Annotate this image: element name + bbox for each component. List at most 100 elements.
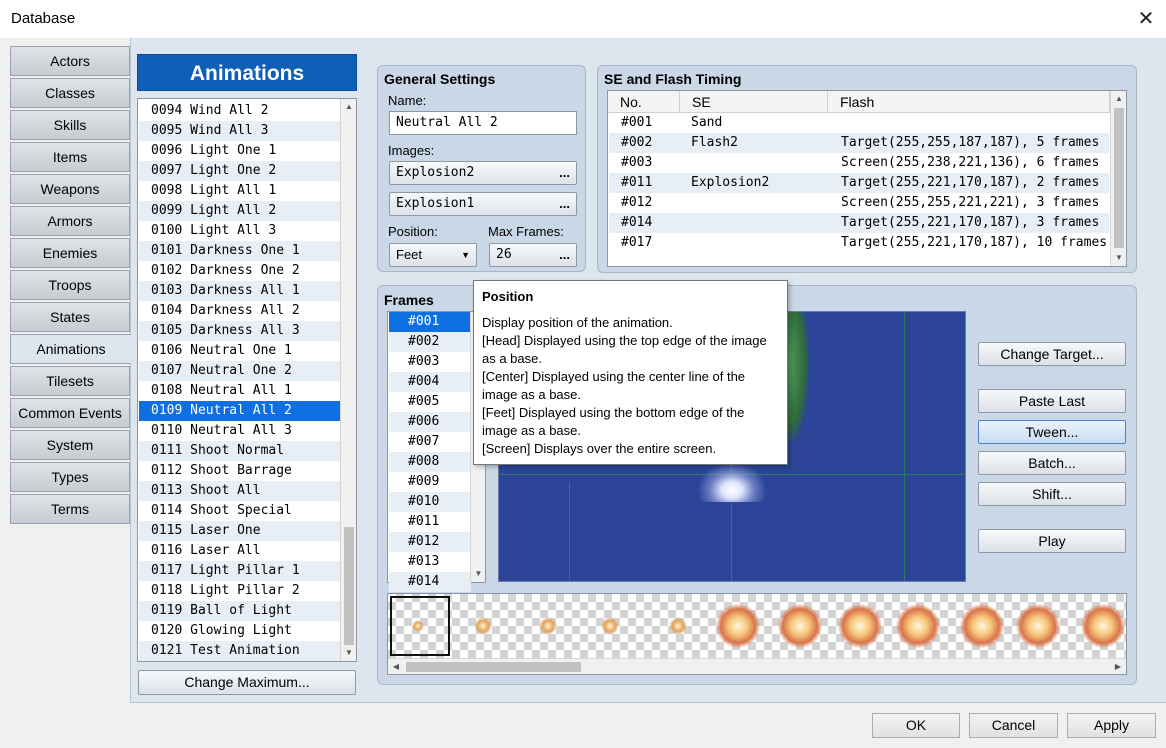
play-button[interactable]: Play — [978, 529, 1126, 553]
cell-sprite[interactable] — [778, 604, 822, 648]
list-item[interactable]: 0115 Laser One — [139, 521, 341, 541]
list-item[interactable]: 0114 Shoot Special — [139, 501, 341, 521]
tab-terms[interactable]: Terms — [10, 494, 130, 524]
max-frames-picker[interactable]: 26... — [489, 243, 577, 267]
cell-sprite[interactable] — [960, 604, 1004, 648]
scroll-up-icon[interactable]: ▲ — [341, 99, 357, 115]
tab-common-events[interactable]: Common Events — [10, 398, 130, 428]
frame-item[interactable]: #007 — [389, 432, 471, 452]
list-item[interactable]: 0109 Neutral All 2 — [139, 401, 341, 421]
tab-system[interactable]: System — [10, 430, 130, 460]
cell-sprite[interactable] — [896, 604, 940, 648]
cell-sprite[interactable] — [412, 620, 424, 632]
list-item[interactable]: 0120 Glowing Light — [139, 621, 341, 641]
col-se[interactable]: SE — [680, 91, 828, 113]
se-flash-table[interactable]: No. SE Flash #001 Sand #002 Flash2 Target(25… — [607, 90, 1127, 267]
tab-items[interactable]: Items — [10, 142, 130, 172]
scroll-right-icon[interactable]: ▶ — [1110, 659, 1126, 674]
paste-last-button[interactable]: Paste Last — [978, 389, 1126, 413]
tab-weapons[interactable]: Weapons — [10, 174, 130, 204]
frame-item[interactable]: #011 — [389, 512, 471, 532]
table-row[interactable]: #003 Screen(255,238,221,136), 6 frames — [609, 153, 1109, 173]
cell-sprite[interactable] — [838, 604, 882, 648]
list-item[interactable]: 0100 Light All 3 — [139, 221, 341, 241]
tab-classes[interactable]: Classes — [10, 78, 130, 108]
batch-button[interactable]: Batch... — [978, 451, 1126, 475]
cancel-button[interactable]: Cancel — [969, 713, 1058, 738]
ok-button[interactable]: OK — [872, 713, 960, 738]
change-maximum-button[interactable]: Change Maximum... — [138, 670, 356, 695]
tab-types[interactable]: Types — [10, 462, 130, 492]
frames-list[interactable]: #001 #002 #003 #004 #005 #006 #007 #008 #009 #010… — [387, 311, 486, 592]
frame-item[interactable]: #005 — [389, 392, 471, 412]
table-row[interactable]: #002 Flash2 Target(255,255,187,187), 5 fra… — [609, 133, 1109, 153]
list-item[interactable]: 0116 Laser All — [139, 541, 341, 561]
list-item[interactable]: 0104 Darkness All 2 — [139, 301, 341, 321]
scroll-left-icon[interactable]: ◀ — [388, 659, 404, 674]
apply-button[interactable]: Apply — [1067, 713, 1156, 738]
tween-button[interactable]: Tween... — [978, 420, 1126, 444]
list-item[interactable]: 0113 Shoot All — [139, 481, 341, 501]
tab-armors[interactable]: Armors — [10, 206, 130, 236]
cell-sprite[interactable] — [1016, 604, 1060, 648]
list-item[interactable]: 0096 Light One 1 — [139, 141, 341, 161]
frame-item[interactable]: #012 — [389, 532, 471, 552]
table-row[interactable]: #012 Screen(255,255,221,221), 3 frames — [609, 193, 1109, 213]
list-scrollbar[interactable]: ▲ ▼ — [340, 99, 356, 661]
tab-actors[interactable]: Actors — [10, 46, 130, 76]
close-icon[interactable]: ✕ — [1134, 7, 1158, 31]
list-item[interactable]: 0108 Neutral All 1 — [139, 381, 341, 401]
list-item[interactable]: 0097 Light One 2 — [139, 161, 341, 181]
list-item[interactable]: 0102 Darkness One 2 — [139, 261, 341, 281]
tab-animations[interactable]: Animations — [10, 334, 131, 364]
scroll-thumb[interactable] — [344, 527, 354, 645]
scroll-thumb[interactable] — [406, 662, 581, 672]
se-scrollbar[interactable]: ▲ ▼ — [1110, 91, 1126, 266]
col-flash[interactable]: Flash — [828, 91, 1110, 113]
list-item[interactable]: 0110 Neutral All 3 — [139, 421, 341, 441]
image2-picker[interactable]: Explosion1... — [389, 192, 577, 216]
table-row[interactable]: #014 Target(255,221,170,187), 3 frames — [609, 213, 1109, 233]
table-row[interactable]: #017 Target(255,221,170,187), 10 frames — [609, 233, 1109, 253]
tab-troops[interactable]: Troops — [10, 270, 130, 300]
scroll-down-icon[interactable]: ▼ — [341, 645, 357, 661]
change-target-button[interactable]: Change Target... — [978, 342, 1126, 366]
scroll-down-icon[interactable]: ▼ — [471, 566, 486, 582]
frame-item[interactable]: #010 — [389, 492, 471, 512]
frame-item[interactable]: #014 — [389, 572, 471, 592]
tab-states[interactable]: States — [10, 302, 130, 332]
col-no[interactable]: No. — [608, 91, 680, 113]
list-item[interactable]: 0101 Darkness One 1 — [139, 241, 341, 261]
frame-item[interactable]: #002 — [389, 332, 471, 352]
animation-list[interactable]: 0094 Wind All 2 0095 Wind All 3 0096 Light… — [137, 98, 357, 662]
list-item[interactable]: 0105 Darkness All 3 — [139, 321, 341, 341]
list-item[interactable]: 0121 Test Animation — [139, 641, 341, 661]
frame-item[interactable]: #006 — [389, 412, 471, 432]
name-input[interactable]: Neutral All 2 — [389, 111, 577, 135]
list-item[interactable]: 0098 Light All 1 — [139, 181, 341, 201]
list-item[interactable]: 0117 Light Pillar 1 — [139, 561, 341, 581]
tab-enemies[interactable]: Enemies — [10, 238, 130, 268]
cell-sprite[interactable] — [669, 617, 687, 635]
list-item[interactable]: 0112 Shoot Barrage — [139, 461, 341, 481]
position-select[interactable]: Feet ▼ — [389, 243, 477, 267]
table-row[interactable]: #011 Explosion2 Target(255,221,170,187), 2… — [609, 173, 1109, 193]
shift-button[interactable]: Shift... — [978, 482, 1126, 506]
list-item[interactable]: 0106 Neutral One 1 — [139, 341, 341, 361]
list-item[interactable]: 0119 Ball of Light — [139, 601, 341, 621]
scroll-up-icon[interactable]: ▲ — [1111, 91, 1127, 107]
image1-picker[interactable]: Explosion2... — [389, 161, 577, 185]
list-item[interactable]: 0095 Wind All 3 — [139, 121, 341, 141]
cell-sprite[interactable] — [539, 617, 557, 635]
cell-sprite[interactable] — [474, 617, 492, 635]
tab-skills[interactable]: Skills — [10, 110, 130, 140]
frame-item[interactable]: #009 — [389, 472, 471, 492]
frame-item[interactable]: #001 — [389, 312, 471, 332]
strip-scrollbar[interactable]: ◀ ▶ — [388, 658, 1126, 674]
cell-image-strip[interactable]: ◀ ▶ — [387, 593, 1127, 675]
list-item[interactable]: 0094 Wind All 2 — [139, 101, 341, 121]
list-item[interactable]: 0103 Darkness All 1 — [139, 281, 341, 301]
list-item[interactable]: 0111 Shoot Normal — [139, 441, 341, 461]
scroll-down-icon[interactable]: ▼ — [1111, 250, 1127, 266]
cell-sprite[interactable] — [601, 617, 619, 635]
